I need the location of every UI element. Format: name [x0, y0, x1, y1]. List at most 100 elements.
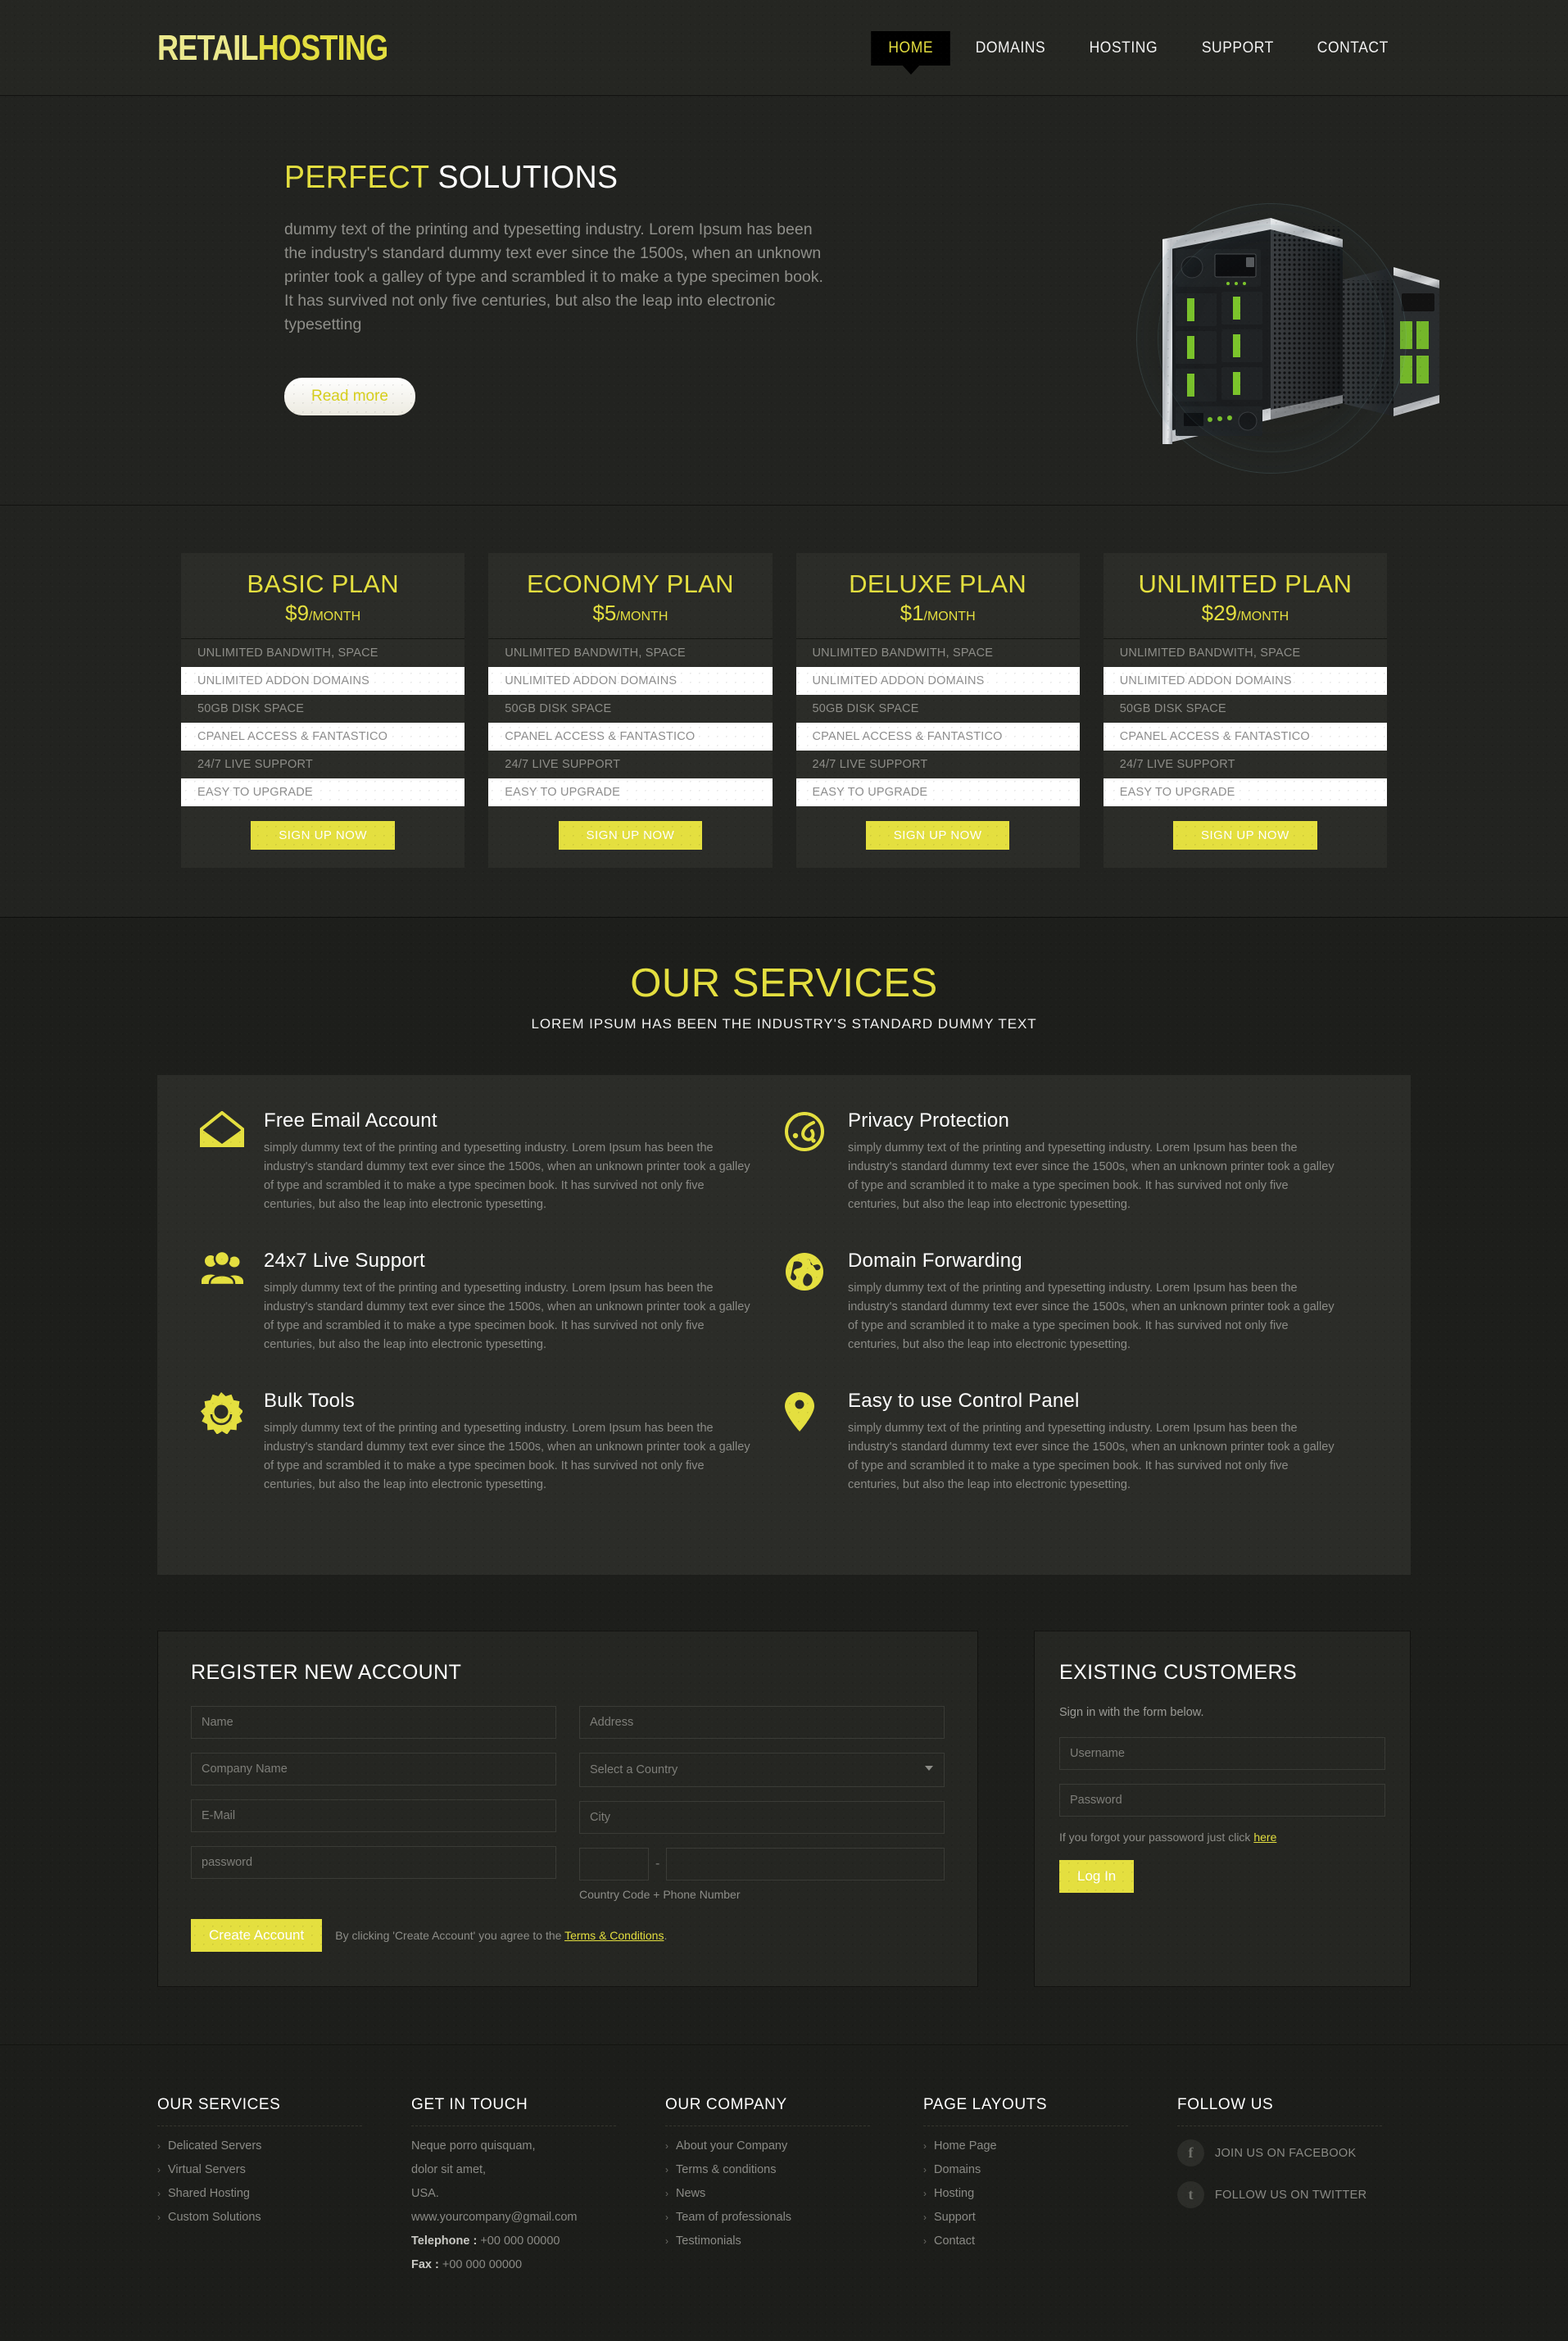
- nav-item-home[interactable]: HOME: [870, 30, 950, 75]
- footer-link-list: › Home Page › Domains › Hosting › Support › C…: [923, 2139, 1177, 2248]
- hero-section: PERFECT SOLUTIONS dummy text of the prin…: [0, 96, 1568, 506]
- password-input[interactable]: [191, 1846, 556, 1879]
- footer-column-our-company: OUR COMPANY › About your Company › Terms &…: [665, 2096, 923, 2282]
- nav-item-domains[interactable]: DOMAINS: [958, 31, 1063, 66]
- footer-list-item[interactable]: › Testimonials: [665, 2234, 923, 2248]
- envelope-icon: [200, 1109, 247, 1214]
- fax-row: Fax : +00 000 00000: [411, 2258, 665, 2271]
- email-input[interactable]: [191, 1799, 556, 1832]
- pricing-section: BASIC PLAN $9/MONTH UNLIMITED BANDWITH, …: [0, 506, 1568, 918]
- forgot-password-link[interactable]: here: [1253, 1831, 1276, 1844]
- company-name-input[interactable]: [191, 1753, 556, 1785]
- footer-list-item[interactable]: › Domains: [923, 2163, 1177, 2176]
- service-title: Domain Forwarding: [848, 1250, 1022, 1272]
- nav-item-contact[interactable]: CONTACT: [1300, 31, 1406, 66]
- footer-list-item[interactable]: › Contact: [923, 2234, 1177, 2248]
- footer-list-item[interactable]: › About your Company: [665, 2139, 923, 2153]
- pricing-plan-card: ECONOMY PLAN $5/MONTH UNLIMITED BANDWITH…: [488, 553, 773, 868]
- footer-heading: FOLLOW US: [1177, 2096, 1382, 2126]
- sign-up-now-button[interactable]: SIGN UP NOW: [1173, 821, 1317, 850]
- site-footer: OUR SERVICES › Delicated Servers › Virtual…: [0, 2044, 1568, 2341]
- phone-helper-label: Country Code + Phone Number: [579, 1888, 741, 1901]
- pricing-plan-card: UNLIMITED PLAN $29/MONTH UNLIMITED BANDW…: [1103, 553, 1387, 868]
- footer-link[interactable]: About your Company: [676, 2139, 787, 2153]
- plan-feature: 50GB DISK SPACE: [181, 695, 465, 723]
- footer-list-item[interactable]: › Terms & conditions: [665, 2163, 923, 2176]
- footer-link[interactable]: Custom Solutions: [168, 2211, 261, 2224]
- nav-item-support[interactable]: SUPPORT: [1184, 31, 1290, 66]
- plan-feature: 50GB DISK SPACE: [795, 695, 1080, 723]
- country-select-wrapper[interactable]: Select a Country: [579, 1753, 945, 1787]
- username-input[interactable]: [1059, 1737, 1385, 1770]
- create-account-button[interactable]: Create Account: [191, 1919, 323, 1952]
- footer-link[interactable]: Delicated Servers: [168, 2139, 261, 2153]
- footer-link[interactable]: Terms & conditions: [676, 2163, 777, 2176]
- read-more-button[interactable]: Read more: [284, 378, 415, 415]
- facebook-icon[interactable]: f: [1177, 2139, 1204, 2166]
- map-pin-icon: [784, 1390, 832, 1495]
- social-link-facebook[interactable]: f JOIN US ON FACEBOOK: [1177, 2139, 1411, 2166]
- footer-heading: OUR COMPANY: [665, 2096, 870, 2126]
- register-right-column: Select a Country - Country Code + Phone …: [579, 1706, 945, 1901]
- site-logo[interactable]: RETAILHOSTING: [157, 29, 388, 66]
- footer-list-item[interactable]: › Home Page: [923, 2139, 1177, 2153]
- sign-up-now-button[interactable]: SIGN UP NOW: [251, 821, 395, 850]
- hero-title-rest: SOLUTIONS: [428, 160, 619, 195]
- phone-number-row: -: [579, 1848, 945, 1881]
- footer-link[interactable]: News: [676, 2187, 705, 2200]
- plan-name: UNLIMITED PLAN: [1138, 569, 1353, 598]
- name-input[interactable]: [191, 1706, 556, 1739]
- main-navigation[interactable]: HOME DOMAINS HOSTING SUPPORT CONTACT: [868, 30, 1411, 75]
- terms-and-conditions-link[interactable]: Terms & Conditions: [564, 1929, 664, 1942]
- footer-list-item[interactable]: › Custom Solutions: [157, 2211, 411, 2224]
- nav-item-hosting[interactable]: HOSTING: [1072, 31, 1175, 66]
- service-title: Bulk Tools: [264, 1390, 355, 1412]
- footer-column-our-services: OUR SERVICES › Delicated Servers › Virtual…: [157, 2096, 411, 2282]
- footer-link[interactable]: Home Page: [934, 2139, 997, 2153]
- plan-feature: 24/7 LIVE SUPPORT: [1103, 751, 1387, 778]
- footer-link[interactable]: Testimonials: [676, 2234, 741, 2248]
- footer-link[interactable]: Support: [934, 2211, 976, 2224]
- telephone-row: Telephone : +00 000 00000: [411, 2234, 665, 2248]
- footer-link[interactable]: Team of professionals: [676, 2211, 791, 2224]
- footer-list-item[interactable]: › Support: [923, 2211, 1177, 2224]
- log-in-button[interactable]: Log In: [1059, 1860, 1135, 1893]
- social-label: JOIN US ON FACEBOOK: [1215, 2146, 1357, 2160]
- login-password-input[interactable]: [1059, 1784, 1385, 1817]
- address-line: Neque porro quisquam,: [411, 2139, 536, 2153]
- create-account-row: Create Account By clicking 'Create Accou…: [191, 1919, 945, 1952]
- social-link-twitter[interactable]: t FOLLOW US ON TWITTER: [1177, 2181, 1411, 2208]
- chevron-right-icon: ›: [923, 2140, 927, 2152]
- sign-up-now-button[interactable]: SIGN UP NOW: [558, 821, 703, 850]
- footer-link[interactable]: Domains: [934, 2163, 981, 2176]
- plan-feature: 50GB DISK SPACE: [1103, 695, 1387, 723]
- country-code-input[interactable]: [579, 1848, 649, 1881]
- footer-list-item[interactable]: › News: [665, 2187, 923, 2200]
- sign-up-now-button[interactable]: SIGN UP NOW: [865, 821, 1010, 850]
- plan-price-period: /MONTH: [309, 610, 361, 624]
- plan-feature: UNLIMITED ADDON DOMAINS: [1103, 667, 1387, 695]
- phone-number-input[interactable]: [666, 1848, 945, 1881]
- footer-list-item[interactable]: › Delicated Servers: [157, 2139, 411, 2153]
- footer-list-item[interactable]: › Virtual Servers: [157, 2163, 411, 2176]
- service-item: Free Email Account simply dummy text of …: [200, 1109, 784, 1214]
- plan-feature: UNLIMITED BANDWITH, SPACE: [1103, 639, 1387, 667]
- phone-separator: -: [655, 1857, 660, 1871]
- footer-list-item[interactable]: › Team of professionals: [665, 2211, 923, 2224]
- footer-list-item[interactable]: › Shared Hosting: [157, 2187, 411, 2200]
- chevron-right-icon: ›: [923, 2188, 927, 2199]
- country-select[interactable]: Select a Country: [579, 1753, 945, 1787]
- city-input[interactable]: [579, 1801, 945, 1834]
- footer-link[interactable]: Virtual Servers: [168, 2163, 246, 2176]
- plan-name: BASIC PLAN: [247, 569, 399, 598]
- footer-link[interactable]: Shared Hosting: [168, 2187, 250, 2200]
- footer-heading: OUR SERVICES: [157, 2096, 362, 2126]
- footer-link[interactable]: Hosting: [934, 2187, 974, 2200]
- twitter-icon[interactable]: t: [1177, 2181, 1204, 2208]
- address-input[interactable]: [579, 1706, 945, 1739]
- service-title: Privacy Protection: [848, 1109, 1010, 1132]
- footer-link[interactable]: Contact: [934, 2234, 975, 2248]
- footer-address-block: Neque porro quisquam, dolor sit amet, US…: [411, 2139, 665, 2271]
- footer-list-item[interactable]: › Hosting: [923, 2187, 1177, 2200]
- register-account-panel: REGISTER NEW ACCOUNT Select a Country: [157, 1631, 978, 1987]
